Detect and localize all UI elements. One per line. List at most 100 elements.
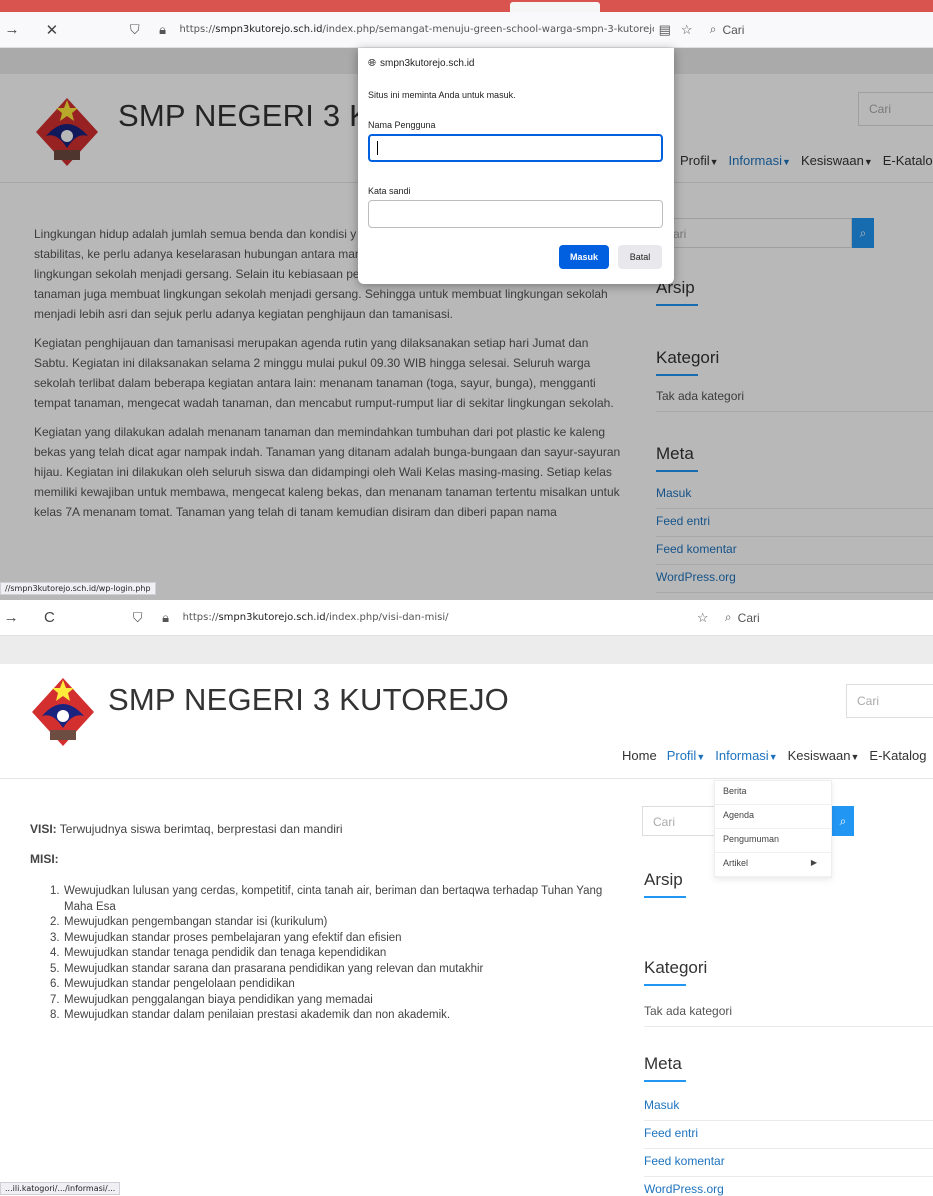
- school-logo: [32, 678, 94, 746]
- login-dialog: 🌐︎ smpn3kutorejo.sch.id Situs ini memint…: [358, 48, 674, 284]
- list-item: 7. Mewujudkan penggalangan biaya pendidik…: [50, 993, 610, 1009]
- search-icon: ⌕: [724, 610, 732, 624]
- list-item-text: Mewujudkan standar proses pembelajaran y…: [64, 931, 402, 944]
- widget-title-kategori-label: Kategori: [644, 958, 708, 977]
- list-number: 5.: [50, 962, 60, 975]
- caret-down-icon: ▼: [850, 752, 860, 762]
- dropdown-item-pengumuman[interactable]: Pengumuman: [715, 829, 831, 853]
- list-number: 8.: [50, 1009, 60, 1021]
- widget-title-kategori: Kategori: [644, 958, 707, 986]
- tab-strip: [0, 0, 933, 12]
- header-divider: [0, 778, 933, 779]
- meta-link-feed-komentar[interactable]: Feed komentar: [644, 1154, 933, 1177]
- meta-link-wordpress[interactable]: WordPress.org: [644, 1182, 933, 1196]
- lock-icon[interactable]: 🔒︎: [152, 22, 174, 38]
- list-item: 5. Mewujudkan standar sarana dan prasaran…: [50, 962, 610, 978]
- address-bar[interactable]: ⛉ 🔒︎ https://smpn3kutorejo.sch.id/index.…: [124, 18, 654, 42]
- address-bar[interactable]: ⛉ 🔒︎ https://smpn3kutorejo.sch.id/index.…: [127, 606, 573, 630]
- reload-icon[interactable]: C: [38, 609, 60, 626]
- reader-view-icon[interactable]: ▤: [654, 22, 676, 38]
- widget-title-meta: Meta: [644, 1054, 686, 1082]
- list-item: 1. Wewujudkan lulusan yang cerdas, kompet…: [50, 884, 610, 915]
- status-bar-url: ...ili.katogori/.../informasi/...: [0, 1182, 121, 1195]
- widget-title-meta-label: Meta: [644, 1054, 682, 1073]
- chevron-right-icon: ▶: [810, 858, 817, 867]
- list-number: 3.: [50, 931, 60, 944]
- browser-search-placeholder: Cari: [737, 610, 760, 625]
- list-item: 4. Mewujudkan standar tenaga pendidik dan…: [50, 946, 610, 962]
- browser-search-box[interactable]: ⌕ Cari: [704, 18, 933, 42]
- list-number: 2.: [50, 916, 60, 928]
- menu-item-home[interactable]: Home: [622, 748, 657, 763]
- visi-text: Terwujudnya siswa berimtaq, berprestasi …: [56, 822, 343, 836]
- menu-item-kesiswaan[interactable]: Kesiswaan▼: [788, 748, 860, 763]
- list-item-text: Mewujudkan pengembangan standar isi (kur…: [64, 916, 328, 928]
- list-item-text: Mewujudkan standar sarana dan prasarana …: [64, 962, 484, 975]
- list-item-text: Mewujudkan standar tenaga pendidik dan t…: [64, 947, 387, 959]
- menu-item-informasi-label: Informasi: [715, 748, 769, 763]
- bookmark-star-icon[interactable]: ☆: [692, 610, 712, 626]
- title-underline: [644, 1080, 686, 1082]
- menu-item-ekatalog[interactable]: E-Katalog: [869, 748, 926, 763]
- list-item: 3. Mewujudkan standar proses pembelajaran…: [50, 931, 610, 947]
- bookmark-star-icon[interactable]: ☆: [676, 22, 698, 38]
- url-text[interactable]: https://smpn3kutorejo.sch.id/index.php/s…: [179, 24, 653, 35]
- search-icon: ⌕: [709, 22, 717, 36]
- lock-icon[interactable]: 🔒︎: [155, 610, 177, 626]
- menu-item-kesiswaan-label: Kesiswaan: [787, 748, 851, 763]
- page-top-band: [0, 636, 933, 664]
- title-underline: [644, 896, 686, 898]
- sidebar-search-button[interactable]: ⌕: [832, 806, 854, 836]
- browser-search-box[interactable]: ⌕ Cari: [719, 606, 933, 630]
- shield-icon[interactable]: ⛉: [124, 22, 146, 38]
- list-number: 4.: [50, 947, 60, 959]
- title-underline: [644, 984, 686, 986]
- caret-down-icon: ▼: [696, 752, 706, 762]
- misi-label: MISI:: [30, 852, 59, 866]
- widget-title-arsip-label: Arsip: [644, 870, 683, 889]
- dropdown-item-agenda[interactable]: Agenda: [715, 805, 831, 829]
- list-item: 2. Mewujudkan pengembangan standar isi (k…: [50, 915, 610, 931]
- list-item: 6. Mewujudkan standar pengelolaan pendidi…: [50, 977, 610, 993]
- forward-icon[interactable]: →: [0, 609, 22, 626]
- misi-list: 1. Wewujudkan lulusan yang cerdas, kompet…: [50, 884, 610, 1024]
- menu-item-informasi[interactable]: Informasi▼: [715, 748, 777, 763]
- dropdown-item-berita[interactable]: Berita: [715, 781, 831, 805]
- search-icon: ⌕: [839, 813, 847, 828]
- dropdown-item-artikel-label: Artikel: [723, 858, 749, 868]
- meta-link-feed-entri[interactable]: Feed entri: [644, 1126, 933, 1149]
- login-cancel-button[interactable]: Batal: [618, 245, 662, 269]
- active-tab[interactable]: [510, 2, 600, 12]
- list-item-text: Mewujudkan penggalangan biaya pendidikan…: [64, 993, 373, 1006]
- password-label: Kata sandi: [368, 186, 411, 196]
- list-number: 6.: [50, 978, 60, 990]
- username-field[interactable]: [368, 134, 663, 162]
- informasi-dropdown-menu: Berita Agenda Pengumuman Artikel ▶: [714, 780, 832, 878]
- dialog-origin: 🌐︎ smpn3kutorejo.sch.id: [368, 58, 475, 69]
- url-text[interactable]: https://smpn3kutorejo.sch.id/index.php/v…: [183, 612, 449, 623]
- no-category-text: Tak ada kategori: [644, 1004, 933, 1027]
- header-search-input[interactable]: Cari: [846, 684, 933, 718]
- screenshot-top: → ✕ ⛉ 🔒︎ https://smpn3kutorejo.sch.id/in…: [0, 0, 933, 600]
- dropdown-item-artikel[interactable]: Artikel ▶: [715, 853, 831, 877]
- status-bar-url: //smpn3kutorejo.sch.id/wp-login.php: [0, 582, 156, 595]
- main-menu: Home Profil▼ Informasi▼ Kesiswaan▼ E-Kat…: [622, 748, 927, 763]
- list-number: 1.: [50, 885, 60, 897]
- visi-label: VISI:: [30, 822, 57, 836]
- login-submit-button[interactable]: Masuk: [559, 245, 609, 269]
- meta-link-masuk[interactable]: Masuk: [644, 1098, 933, 1121]
- dialog-origin-text: smpn3kutorejo.sch.id: [380, 58, 475, 69]
- forward-icon[interactable]: →: [0, 21, 24, 38]
- browser-toolbar: → ✕ ⛉ 🔒︎ https://smpn3kutorejo.sch.id/in…: [0, 12, 933, 48]
- password-field[interactable]: [368, 200, 663, 228]
- list-item-text: Wewujudkan lulusan yang cerdas, kompetit…: [64, 885, 603, 913]
- menu-item-profil[interactable]: Profil▼: [667, 748, 706, 763]
- list-item-text: Mewujudkan standar pengelolaan pendidika…: [64, 978, 295, 990]
- shield-icon[interactable]: ⛉: [127, 610, 149, 626]
- browser-toolbar: → C ⛉ 🔒︎ https://smpn3kutorejo.sch.id/in…: [0, 600, 933, 636]
- stop-icon[interactable]: ✕: [40, 21, 64, 39]
- visi-line: VISI: Terwujudnya siswa berimtaq, berpre…: [30, 822, 343, 836]
- site-title[interactable]: SMP NEGERI 3 KUTOREJO: [108, 682, 509, 718]
- list-number: 7.: [50, 993, 60, 1006]
- text-cursor: [377, 141, 378, 155]
